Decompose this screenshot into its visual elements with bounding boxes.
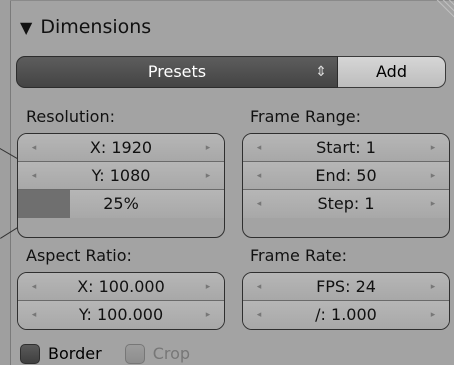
frame-end-value: End: 50 (315, 166, 377, 185)
aspect-x-value: X: 100.000 (77, 277, 165, 296)
increment-arrow-icon[interactable]: ▸ (426, 273, 440, 301)
crop-label: Crop (152, 344, 191, 363)
frame-end-field[interactable]: ◂ End: 50 ▸ (243, 162, 449, 190)
fps-base-value: /: 1.000 (315, 305, 377, 324)
decrement-arrow-icon[interactable]: ◂ (252, 134, 266, 162)
frame-range-group: ◂ Start: 1 ▸ ◂ End: 50 ▸ ◂ Step: 1 ▸ (242, 133, 450, 238)
decrement-arrow-icon[interactable]: ◂ (27, 162, 41, 190)
increment-arrow-icon[interactable]: ▸ (426, 162, 440, 190)
frame-start-field[interactable]: ◂ Start: 1 ▸ (243, 134, 449, 162)
increment-arrow-icon[interactable]: ▸ (201, 134, 215, 162)
aspect-y-field[interactable]: ◂ Y: 100.000 ▸ (18, 301, 224, 329)
panel-title-text: Dimensions (40, 16, 152, 38)
aspect-x-field[interactable]: ◂ X: 100.000 ▸ (18, 273, 224, 301)
presets-row: Presets ⇕ Add (16, 56, 450, 88)
frame-start-value: Start: 1 (316, 138, 376, 157)
resolution-x-field[interactable]: ◂ X: 1920 ▸ (18, 134, 224, 162)
crop-checkbox[interactable] (124, 343, 145, 364)
decrement-arrow-icon[interactable]: ◂ (252, 162, 266, 190)
decrement-arrow-icon[interactable]: ◂ (252, 273, 266, 301)
panel-drag-handle[interactable] (416, 0, 454, 38)
increment-arrow-icon[interactable]: ▸ (201, 273, 215, 301)
resolution-percentage-slider[interactable]: 25% (18, 190, 224, 218)
resolution-label: Resolution: (26, 107, 115, 126)
resolution-group: ◂ X: 1920 ▸ ◂ Y: 1080 ▸ 25% (17, 133, 225, 238)
decrement-arrow-icon[interactable]: ◂ (252, 190, 266, 218)
presets-dropdown[interactable]: Presets ⇕ (16, 56, 338, 88)
percentage-fill (18, 190, 70, 218)
fps-field[interactable]: ◂ FPS: 24 ▸ (243, 273, 449, 301)
frame-step-value: Step: 1 (317, 194, 375, 213)
frame-rate-group: ◂ FPS: 24 ▸ ◂ /: 1.000 ▸ (242, 272, 450, 330)
increment-arrow-icon[interactable]: ▸ (201, 162, 215, 190)
aspect-ratio-group: ◂ X: 100.000 ▸ ◂ Y: 100.000 ▸ (17, 272, 225, 330)
increment-arrow-icon[interactable]: ▸ (426, 190, 440, 218)
decrement-arrow-icon[interactable]: ◂ (27, 301, 41, 329)
resolution-y-field[interactable]: ◂ Y: 1080 ▸ (18, 162, 224, 190)
frame-step-field[interactable]: ◂ Step: 1 ▸ (243, 190, 449, 218)
border-label: Border (48, 344, 102, 363)
decrement-arrow-icon[interactable]: ◂ (27, 134, 41, 162)
decrement-arrow-icon[interactable]: ◂ (27, 273, 41, 301)
resolution-x-value: X: 1920 (89, 138, 153, 157)
resolution-y-value: Y: 1080 (91, 166, 151, 185)
frame-range-label: Frame Range: (250, 107, 362, 126)
render-options-row: Border Crop (20, 343, 208, 365)
fps-base-field[interactable]: ◂ /: 1.000 ▸ (243, 301, 449, 329)
up-down-arrows-icon: ⇕ (315, 64, 327, 80)
aspect-ratio-label: Aspect Ratio: (26, 246, 132, 265)
increment-arrow-icon[interactable]: ▸ (426, 301, 440, 329)
panel-title[interactable]: ▼ Dimensions (20, 16, 151, 38)
increment-arrow-icon[interactable]: ▸ (201, 301, 215, 329)
panel-header-divider (10, 0, 454, 1)
decrement-arrow-icon[interactable]: ◂ (252, 301, 266, 329)
frame-rate-label: Frame Rate: (250, 246, 348, 265)
presets-label: Presets (147, 62, 207, 81)
fps-value: FPS: 24 (316, 277, 376, 296)
triangle-down-icon[interactable]: ▼ (20, 18, 32, 37)
resolution-percentage-value: 25% (103, 194, 139, 213)
increment-arrow-icon[interactable]: ▸ (426, 134, 440, 162)
border-checkbox[interactable] (20, 343, 40, 364)
aspect-y-value: Y: 100.000 (78, 305, 164, 324)
add-preset-button[interactable]: Add (338, 56, 446, 88)
